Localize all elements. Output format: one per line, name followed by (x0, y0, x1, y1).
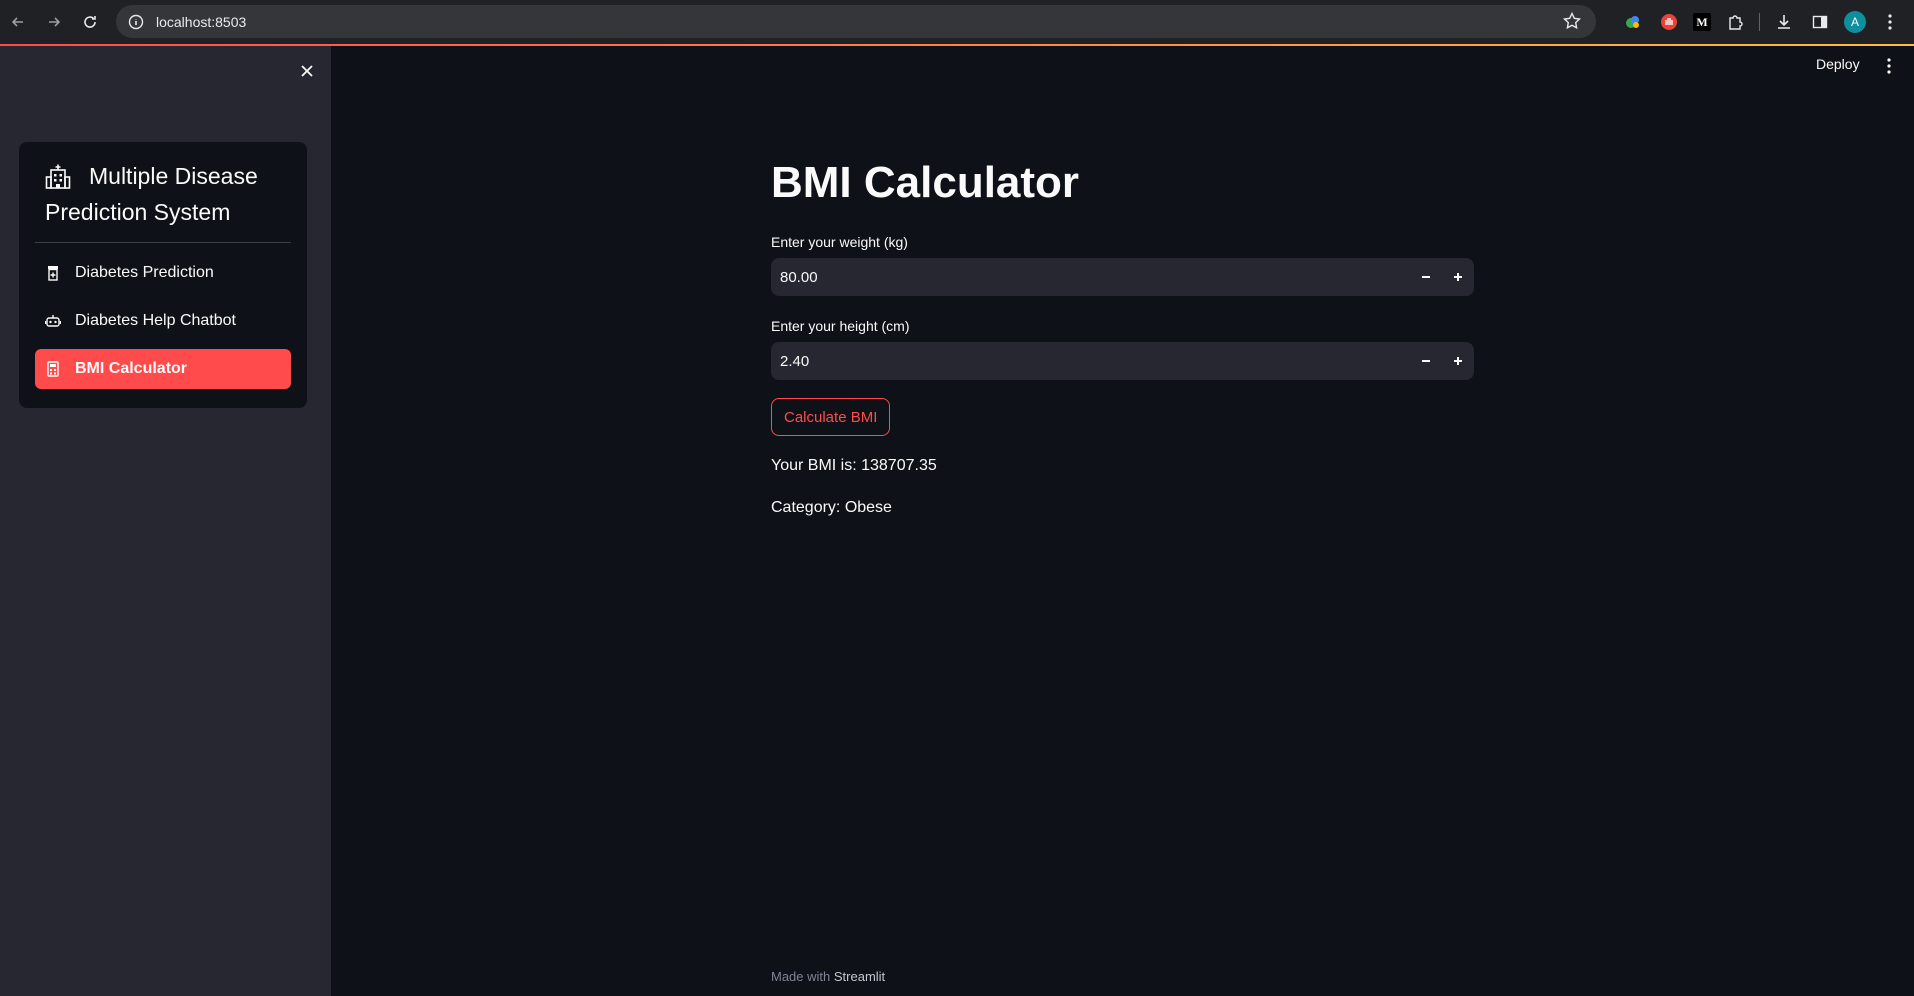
app-title-line1: Multiple Disease (89, 163, 258, 189)
height-input[interactable]: 2.40 (771, 342, 1474, 380)
calculator-icon (45, 361, 61, 377)
height-value[interactable]: 2.40 (780, 353, 1410, 370)
side-panel-icon[interactable] (1808, 10, 1832, 34)
back-button[interactable] (0, 4, 36, 40)
minus-icon (1422, 360, 1430, 362)
browser-menu-icon[interactable] (1878, 10, 1902, 34)
weight-input[interactable]: 80.00 (771, 258, 1474, 296)
height-increment-button[interactable] (1442, 342, 1474, 380)
footer: Made with Streamlit (771, 969, 885, 984)
main-menu-icon[interactable] (1886, 58, 1892, 74)
robot-icon (45, 313, 61, 329)
height-label: Enter your height (cm) (771, 318, 910, 334)
toolbar-divider (1759, 13, 1760, 31)
menu-item-diabetes-chatbot[interactable]: Diabetes Help Chatbot (35, 301, 291, 341)
minus-icon (1422, 276, 1430, 278)
weight-label: Enter your weight (kg) (771, 234, 908, 250)
deploy-button[interactable]: Deploy (1816, 56, 1860, 72)
menu-item-label: Diabetes Help Chatbot (75, 312, 236, 329)
profile-avatar[interactable]: A (1844, 11, 1866, 33)
extension-medium-icon[interactable]: M (1693, 13, 1711, 31)
back-arrow-icon (11, 17, 23, 27)
footer-brand-link[interactable]: Streamlit (834, 969, 885, 984)
menu-item-label: BMI Calculator (75, 360, 188, 377)
calculate-bmi-button[interactable]: Calculate BMI (771, 398, 891, 436)
height-decrement-button[interactable] (1410, 342, 1442, 380)
app-title: Multiple Disease Prediction System (45, 158, 258, 230)
pill-bottle-icon (45, 265, 61, 281)
plus-icon (1454, 273, 1462, 281)
forward-arrow-icon (49, 17, 61, 27)
weight-decrement-button[interactable] (1410, 258, 1442, 296)
menu-title: Multiple Disease Prediction System (35, 158, 291, 243)
page-title: BMI Calculator (771, 158, 1080, 207)
plus-icon (1454, 357, 1462, 365)
weight-value[interactable]: 80.00 (780, 269, 1410, 286)
bookmark-star-icon[interactable] (1562, 11, 1582, 36)
address-bar[interactable]: localhost:8503 (116, 5, 1596, 38)
menu-item-label: Diabetes Prediction (75, 264, 214, 281)
hospital-icon (45, 164, 71, 189)
extensions-area: M A (1621, 6, 1902, 38)
footer-prefix: Made with (771, 969, 831, 984)
extensions-puzzle-icon[interactable] (1723, 10, 1747, 34)
reload-icon (84, 16, 96, 28)
option-menu: Multiple Disease Prediction System Diabe… (19, 142, 307, 408)
reload-button[interactable] (72, 4, 108, 40)
close-icon (301, 65, 313, 77)
bmi-result-text: Your BMI is: 138707.35 (771, 457, 937, 474)
bmi-category-text: Category: Obese (771, 499, 892, 516)
extension-leaf-icon[interactable] (1621, 10, 1645, 34)
weight-increment-button[interactable] (1442, 258, 1474, 296)
sidebar: Multiple Disease Prediction System Diabe… (0, 46, 331, 996)
menu-item-diabetes-prediction[interactable]: Diabetes Prediction (35, 253, 291, 293)
site-info-icon[interactable] (128, 14, 144, 30)
browser-toolbar: localhost:8503 M A (0, 0, 1914, 44)
app-title-line2: Prediction System (45, 199, 231, 225)
forward-button[interactable] (36, 4, 72, 40)
downloads-icon[interactable] (1772, 10, 1796, 34)
extension-hand-icon[interactable] (1657, 10, 1681, 34)
url-text: localhost:8503 (156, 13, 247, 30)
close-sidebar-button[interactable] (296, 60, 318, 82)
menu-item-bmi-calculator[interactable]: BMI Calculator (35, 349, 291, 389)
